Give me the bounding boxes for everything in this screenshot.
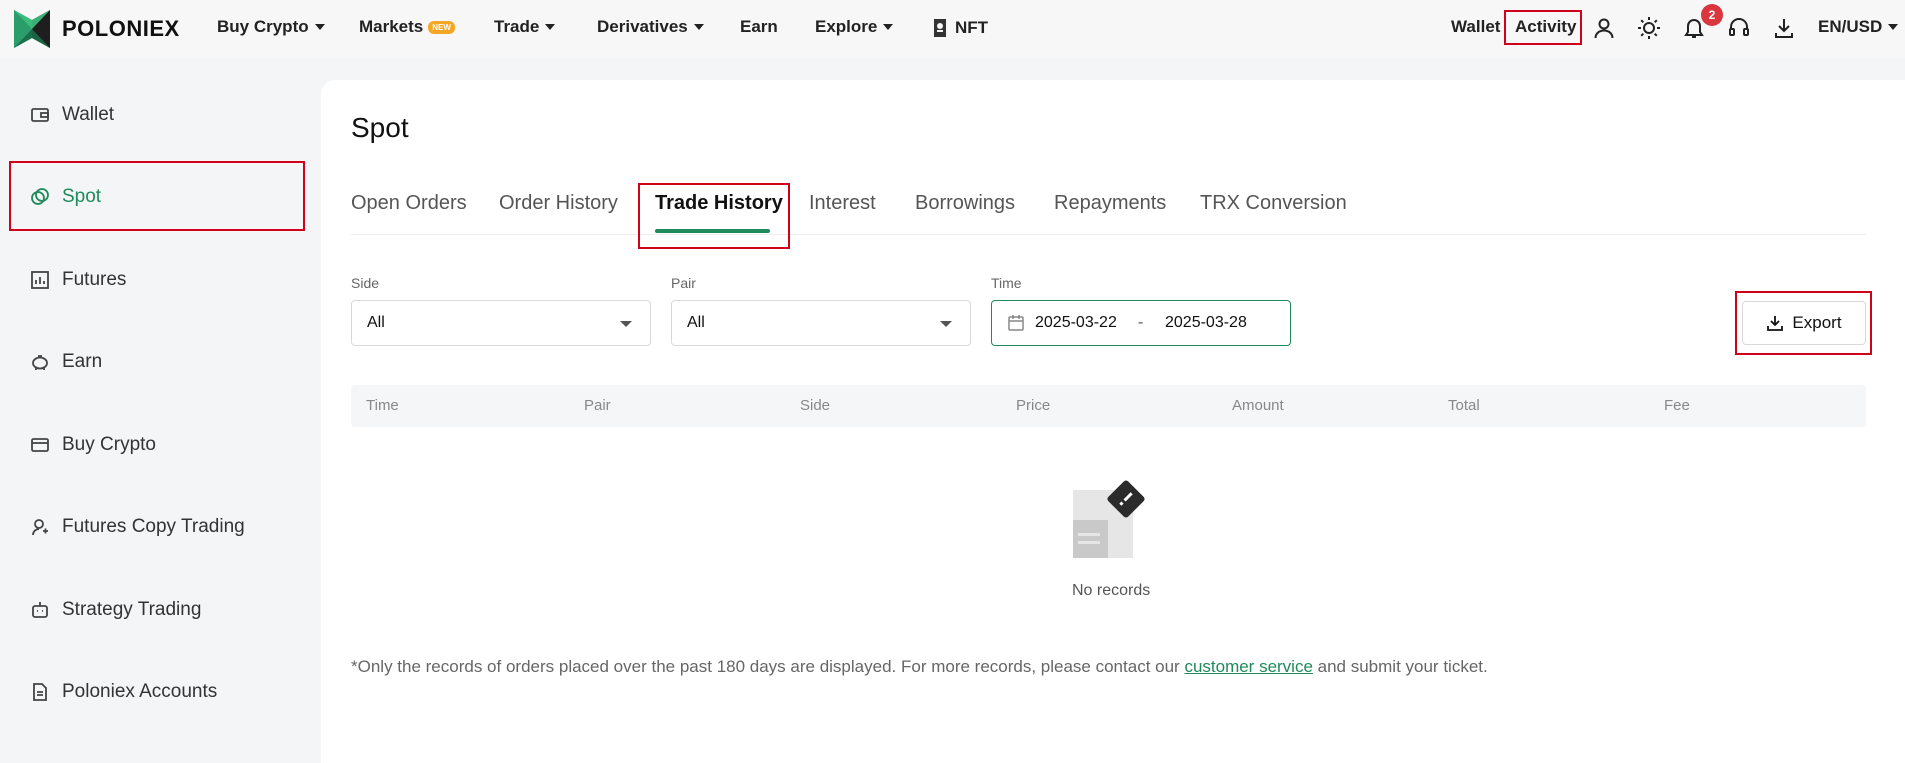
brand-name: POLONIEX — [62, 16, 180, 41]
sidebar-item-label: Strategy Trading — [62, 599, 202, 620]
nav-derivatives[interactable]: Derivatives — [597, 17, 704, 37]
sidebar-item-buy-crypto[interactable]: Buy Crypto — [30, 425, 156, 465]
tab-repayments[interactable]: Repayments — [1054, 192, 1166, 215]
records-footnote: *Only the records of orders placed over … — [351, 657, 1488, 677]
tab-order-history[interactable]: Order History — [499, 192, 618, 215]
page-title: Spot — [351, 112, 409, 143]
top-navbar: POLONIEX Buy Crypto Markets NEW Trade Der… — [0, 0, 1905, 57]
nav-trade-label: Trade — [494, 17, 540, 36]
sidebar-item-poloniex-accounts[interactable]: Poloniex Accounts — [30, 672, 217, 712]
column-header-pair: Pair — [584, 397, 611, 414]
column-header-price: Price — [1016, 397, 1051, 414]
table-header: Time Pair Side Price Amount Total Fee — [351, 385, 1866, 427]
chevron-down-icon — [314, 24, 325, 30]
column-header-total: Total — [1448, 397, 1480, 414]
copy-user-icon — [30, 517, 50, 537]
time-filter-label: Time — [991, 275, 1022, 291]
nft-icon — [934, 19, 946, 37]
column-header-fee: Fee — [1664, 397, 1690, 414]
chevron-down-icon — [940, 321, 952, 327]
sidebar-item-label: Buy Crypto — [62, 434, 156, 455]
date-range-picker[interactable]: 2025-03-22 - 2025-03-28 — [991, 300, 1291, 346]
customer-service-link[interactable]: customer service — [1184, 657, 1312, 676]
locale-label: EN/USD — [1818, 17, 1883, 36]
nav-explore[interactable]: Explore — [815, 17, 894, 37]
column-header-time: Time — [366, 397, 399, 414]
nav-derivatives-label: Derivatives — [597, 17, 688, 36]
date-separator: - — [1138, 314, 1144, 331]
wallet-icon — [30, 105, 50, 125]
tab-borrowings[interactable]: Borrowings — [915, 192, 1015, 215]
nav-explore-label: Explore — [815, 17, 878, 36]
nav-markets[interactable]: Markets NEW — [359, 17, 455, 37]
tab-open-orders[interactable]: Open Orders — [351, 192, 467, 215]
tab-trx-conversion[interactable]: TRX Conversion — [1200, 192, 1347, 215]
poloniex-logo-icon — [14, 10, 50, 48]
poloniex-logo[interactable]: POLONIEX — [14, 10, 180, 48]
nav-nft-label: NFT — [955, 18, 989, 37]
nav-earn[interactable]: Earn — [740, 17, 778, 37]
sidebar-item-futures[interactable]: Futures — [30, 260, 126, 300]
column-header-side: Side — [800, 397, 831, 414]
chevron-down-icon — [693, 24, 704, 30]
nav-buy-crypto[interactable]: Buy Crypto — [217, 17, 325, 37]
side-filter-label: Side — [351, 275, 380, 291]
start-date[interactable]: 2025-03-22 — [1035, 314, 1117, 332]
pair-filter-label: Pair — [671, 275, 696, 291]
column-header-amount: Amount — [1232, 397, 1284, 414]
chevron-down-icon — [620, 321, 632, 327]
nav-earn-label: Earn — [740, 17, 778, 36]
download-icon[interactable] — [1772, 16, 1796, 40]
chevron-down-icon — [545, 24, 556, 30]
highlight-trade-history-tab — [638, 183, 790, 249]
footnote-prefix: *Only the records of orders placed over … — [351, 657, 1185, 676]
futures-chart-icon — [30, 270, 50, 290]
locale-selector[interactable]: EN/USD — [1818, 17, 1899, 37]
no-records-icon — [1073, 480, 1145, 558]
sidebar-item-strategy-trading[interactable]: Strategy Trading — [30, 590, 201, 630]
highlight-spot — [9, 161, 305, 231]
end-date[interactable]: 2025-03-28 — [1165, 314, 1247, 332]
sidebar-item-label: Earn — [62, 351, 103, 372]
sidebar-item-label: Poloniex Accounts — [62, 681, 218, 702]
sidebar-item-label: Wallet — [62, 104, 115, 125]
sidebar-item-label: Futures — [62, 269, 127, 290]
robot-icon — [30, 600, 50, 620]
sidebar-item-label: Futures Copy Trading — [62, 516, 245, 537]
sidebar-item-earn[interactable]: Earn — [30, 342, 102, 382]
chevron-down-icon — [1888, 24, 1899, 30]
nav-nft[interactable]: NFT — [931, 17, 988, 39]
user-icon[interactable] — [1592, 16, 1616, 40]
nav-markets-label: Markets — [359, 17, 424, 36]
pair-select-value: All — [687, 314, 705, 331]
theme-sun-icon[interactable] — [1637, 16, 1661, 40]
tab-interest[interactable]: Interest — [809, 192, 876, 215]
calendar-icon — [1008, 315, 1024, 331]
nav-trade[interactable]: Trade — [494, 17, 556, 37]
nav-buy-crypto-label: Buy Crypto — [217, 17, 309, 36]
sidebar-item-wallet[interactable]: Wallet — [30, 95, 114, 135]
footnote-suffix: and submit your ticket. — [1312, 657, 1488, 676]
side-select[interactable]: All — [351, 300, 651, 346]
card-icon — [30, 435, 50, 455]
piggy-bank-icon — [30, 352, 50, 372]
empty-state-text: No records — [1072, 582, 1151, 599]
headset-icon[interactable] — [1727, 16, 1751, 40]
new-badge: NEW — [428, 20, 455, 34]
wallet-link[interactable]: Wallet — [1451, 17, 1500, 37]
notification-count-badge: 2 — [1701, 4, 1723, 26]
highlight-export — [1735, 291, 1872, 355]
chevron-down-icon — [883, 24, 894, 30]
pair-select[interactable]: All — [671, 300, 971, 346]
side-select-value: All — [367, 314, 385, 331]
document-icon — [30, 682, 50, 702]
sidebar-item-futures-copy-trading[interactable]: Futures Copy Trading — [30, 507, 245, 547]
highlight-activity — [1504, 10, 1582, 45]
